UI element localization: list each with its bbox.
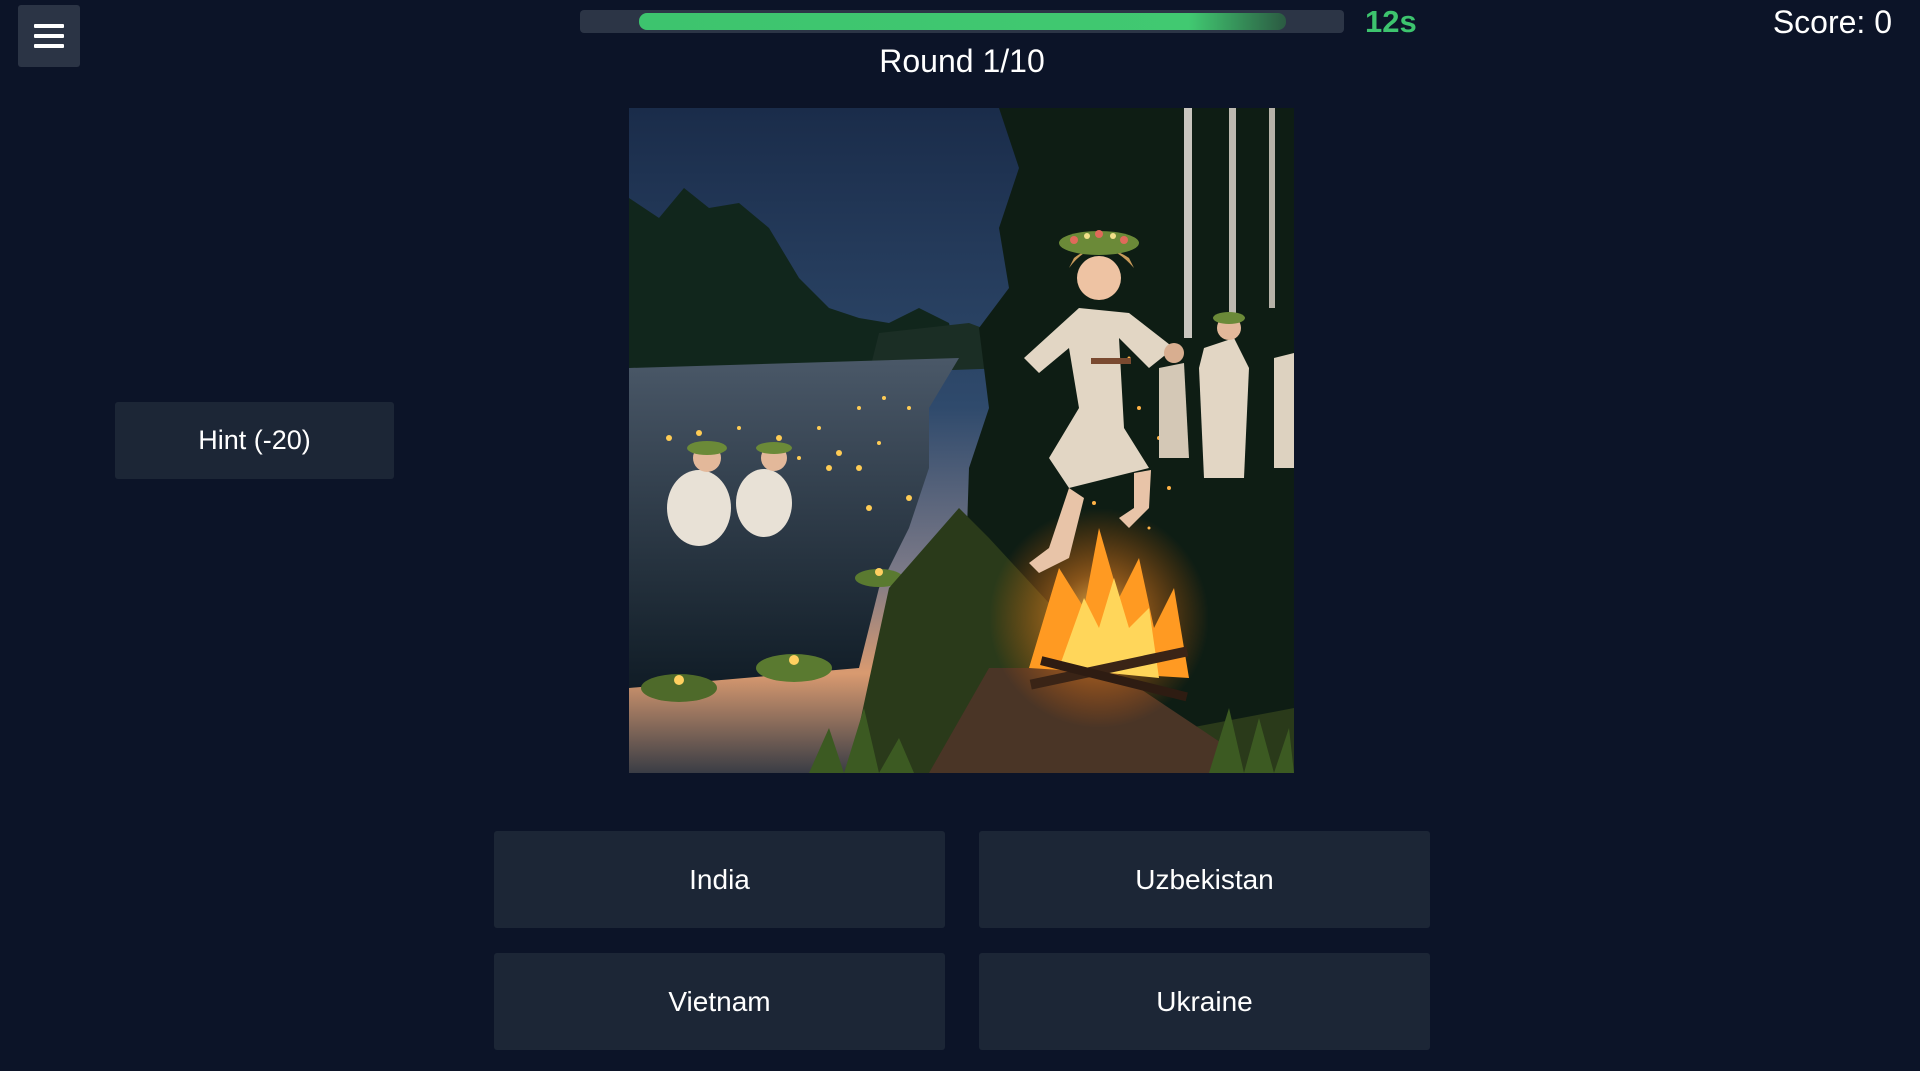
round-indicator: Round 1/10 xyxy=(879,43,1045,79)
timer-bar-fill xyxy=(639,13,1286,30)
answer-button[interactable]: India xyxy=(494,831,945,928)
answer-button[interactable]: Ukraine xyxy=(979,953,1430,1050)
question-image xyxy=(629,108,1294,773)
timer-text: 12s xyxy=(1365,4,1417,39)
score-text: Score: 0 xyxy=(1772,4,1892,40)
answer-button[interactable]: Uzbekistan xyxy=(979,831,1430,928)
answer-button[interactable]: Vietnam xyxy=(494,953,945,1050)
timer-bar xyxy=(580,10,1344,33)
hint-button[interactable]: Hint (-20) xyxy=(115,402,394,479)
